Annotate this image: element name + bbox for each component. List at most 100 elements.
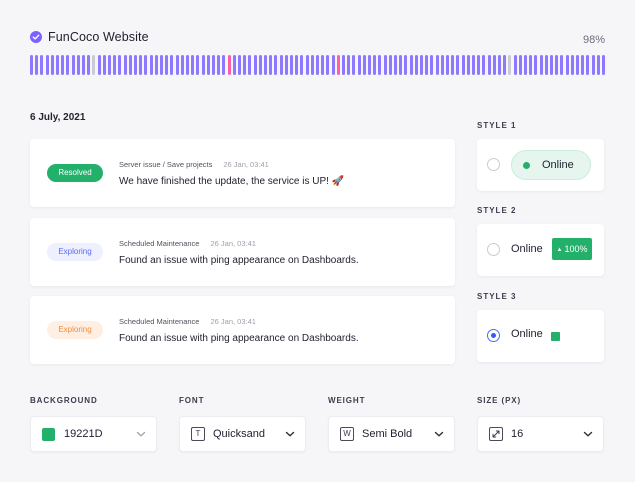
uptime-bar-up[interactable] — [446, 55, 449, 75]
uptime-bar-down[interactable] — [336, 55, 340, 75]
uptime-bar-up[interactable] — [586, 55, 590, 75]
uptime-bar-up[interactable] — [212, 55, 215, 75]
uptime-bar-up[interactable] — [602, 55, 605, 75]
uptime-bar-up[interactable] — [134, 55, 137, 75]
uptime-bar-up[interactable] — [170, 55, 174, 75]
uptime-bar-up[interactable] — [30, 55, 33, 75]
uptime-bar-up[interactable] — [108, 55, 111, 75]
uptime-bar-up[interactable] — [82, 55, 85, 75]
uptime-bar-up[interactable] — [544, 55, 548, 75]
font-select[interactable]: T Quicksand — [179, 416, 306, 452]
uptime-bar-up[interactable] — [550, 55, 553, 75]
uptime-bar-up[interactable] — [128, 55, 132, 75]
uptime-bar-up[interactable] — [425, 55, 429, 75]
uptime-bar-up[interactable] — [498, 55, 501, 75]
uptime-bar-up[interactable] — [160, 55, 163, 75]
uptime-bar-up[interactable] — [456, 55, 460, 75]
style-2-option[interactable]: Online ▲ 100% — [477, 224, 604, 276]
uptime-bar-up[interactable] — [66, 55, 70, 75]
uptime-bar-up[interactable] — [102, 55, 106, 75]
uptime-bar-up[interactable] — [76, 55, 80, 75]
uptime-bar-up[interactable] — [206, 55, 210, 75]
uptime-bar-up[interactable] — [524, 55, 527, 75]
uptime-bar-up[interactable] — [503, 55, 507, 75]
uptime-bar-up[interactable] — [565, 55, 569, 75]
uptime-bar-up[interactable] — [295, 55, 299, 75]
uptime-bar-up[interactable] — [196, 55, 200, 75]
uptime-bar-up[interactable] — [149, 55, 153, 75]
uptime-bar-up[interactable] — [269, 55, 273, 75]
uptime-bar-up[interactable] — [326, 55, 330, 75]
uptime-bar-up[interactable] — [144, 55, 148, 75]
uptime-bar-up[interactable] — [45, 55, 49, 75]
uptime-bar-up[interactable] — [373, 55, 377, 75]
uptime-bar-up[interactable] — [50, 55, 54, 75]
uptime-bar-gap[interactable] — [508, 55, 512, 75]
uptime-bar-up[interactable] — [388, 55, 392, 75]
uptime-bar-up[interactable] — [472, 55, 475, 75]
uptime-bar-up[interactable] — [362, 55, 366, 75]
uptime-bar-up[interactable] — [539, 55, 543, 75]
uptime-bar-up[interactable] — [61, 55, 65, 75]
uptime-bar-up[interactable] — [284, 55, 288, 75]
style-3-radio[interactable] — [487, 329, 500, 342]
size-select[interactable]: 16 — [477, 416, 604, 452]
uptime-bar-up[interactable] — [279, 55, 283, 75]
uptime-bar-up[interactable] — [35, 55, 39, 75]
uptime-bar-up[interactable] — [378, 55, 382, 75]
uptime-bar-up[interactable] — [180, 55, 184, 75]
uptime-bar-up[interactable] — [290, 55, 293, 75]
uptime-bar-up[interactable] — [201, 55, 205, 75]
uptime-bar-up[interactable] — [347, 55, 351, 75]
uptime-bar-up[interactable] — [118, 55, 122, 75]
style-2-radio[interactable] — [487, 243, 500, 256]
uptime-bar-up[interactable] — [175, 55, 179, 75]
uptime-bar-up[interactable] — [238, 55, 241, 75]
weight-select[interactable]: W Semi Bold — [328, 416, 455, 452]
uptime-bar-up[interactable] — [420, 55, 423, 75]
background-select[interactable]: 19221D — [30, 416, 157, 452]
uptime-bar-up[interactable] — [576, 55, 579, 75]
uptime-bar-up[interactable] — [596, 55, 600, 75]
uptime-bar-up[interactable] — [440, 55, 444, 75]
uptime-bar-up[interactable] — [191, 55, 195, 75]
uptime-bar-up[interactable] — [316, 55, 319, 75]
uptime-bar-up[interactable] — [165, 55, 169, 75]
uptime-bar-up[interactable] — [435, 55, 439, 75]
uptime-bar-up[interactable] — [555, 55, 559, 75]
uptime-bar-up[interactable] — [113, 55, 117, 75]
uptime-bar-up[interactable] — [430, 55, 434, 75]
uptime-bar-up[interactable] — [248, 55, 252, 75]
uptime-bar-up[interactable] — [305, 55, 309, 75]
uptime-bar-down[interactable] — [227, 55, 231, 75]
style-3-option[interactable]: Online — [477, 310, 604, 362]
uptime-bar-up[interactable] — [461, 55, 465, 75]
uptime-bar-up[interactable] — [274, 55, 278, 75]
uptime-bar-up[interactable] — [342, 55, 345, 75]
uptime-bar-up[interactable] — [139, 55, 143, 75]
uptime-bar-up[interactable] — [591, 55, 595, 75]
uptime-bar-up[interactable] — [404, 55, 408, 75]
uptime-bar-up[interactable] — [409, 55, 413, 75]
uptime-bar-up[interactable] — [222, 55, 226, 75]
uptime-bar-up[interactable] — [518, 55, 522, 75]
uptime-bar-up[interactable] — [414, 55, 418, 75]
uptime-bar-up[interactable] — [570, 55, 574, 75]
uptime-bar-up[interactable] — [487, 55, 491, 75]
uptime-bar-up[interactable] — [477, 55, 481, 75]
uptime-bar-up[interactable] — [451, 55, 455, 75]
uptime-bar-up[interactable] — [40, 55, 44, 75]
uptime-bar-up[interactable] — [321, 55, 325, 75]
uptime-bar-up[interactable] — [253, 55, 257, 75]
uptime-bar-up[interactable] — [383, 55, 387, 75]
incident-card[interactable]: Resolved Server issue / Save projects 26 … — [30, 139, 455, 207]
uptime-bar-up[interactable] — [513, 55, 517, 75]
uptime-bar-up[interactable] — [482, 55, 486, 75]
uptime-bar-up[interactable] — [264, 55, 267, 75]
uptime-bar-up[interactable] — [232, 55, 236, 75]
uptime-bar-up[interactable] — [243, 55, 247, 75]
style-1-radio[interactable] — [487, 158, 500, 171]
uptime-bar-up[interactable] — [71, 55, 75, 75]
incident-card[interactable]: Exploring Scheduled Maintenance 26 Jan, 0… — [30, 218, 455, 286]
uptime-bar-up[interactable] — [310, 55, 314, 75]
